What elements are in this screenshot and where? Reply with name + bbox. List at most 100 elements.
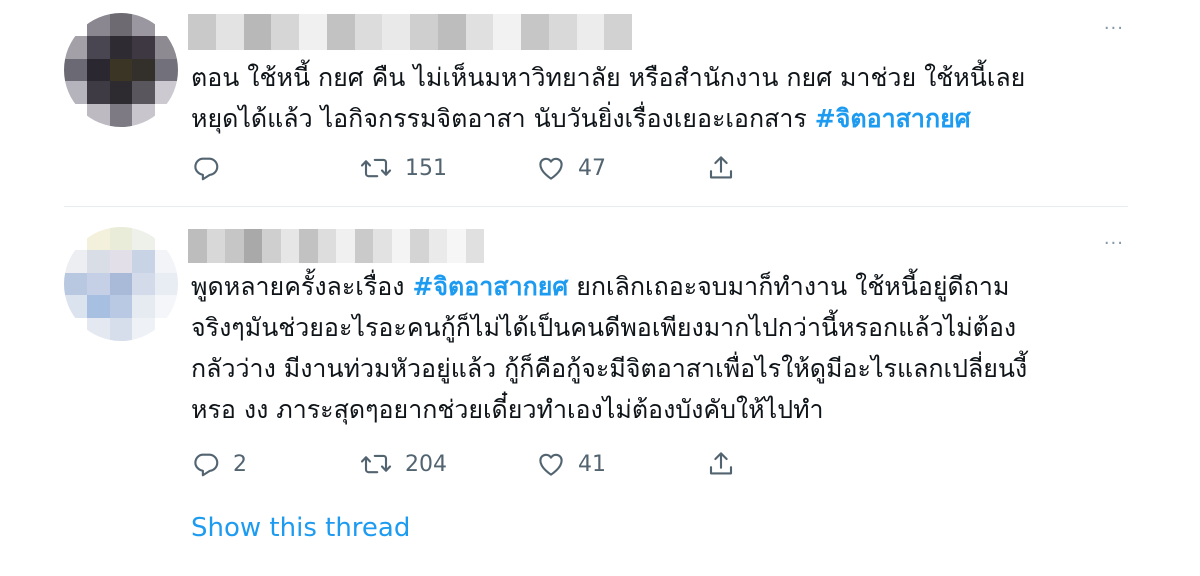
reply-count: 2 (233, 451, 247, 477)
retweet-icon (360, 158, 392, 178)
name-pixel (317, 229, 336, 263)
reply-icon (194, 157, 219, 181)
name-pixel (410, 229, 429, 263)
name-pixel (225, 229, 244, 263)
blurred-username[interactable] (188, 229, 484, 263)
avatar-pixel (155, 81, 178, 105)
avatar-pixel (64, 104, 87, 127)
avatar-pixel (155, 272, 178, 296)
tweet-actions: 2 204 41 (191, 447, 751, 481)
name-pixel (299, 229, 318, 263)
name-pixel (243, 14, 272, 50)
like-button[interactable]: 47 (536, 151, 606, 185)
name-pixel (188, 14, 216, 50)
name-pixel (604, 14, 632, 50)
more-options-icon[interactable]: ··· (1104, 18, 1124, 39)
name-pixel (521, 14, 549, 50)
avatar-pixel (132, 58, 156, 82)
avatar-pixel (109, 58, 133, 82)
avatar-pixel (109, 318, 133, 341)
avatar-pixel (109, 295, 133, 319)
share-button[interactable] (706, 447, 736, 481)
name-pixel (271, 14, 299, 50)
avatar-pixel (64, 295, 87, 319)
name-pixel (465, 229, 484, 263)
avatar[interactable] (64, 227, 178, 341)
heart-icon (539, 157, 563, 180)
tweet[interactable]: ··· ตอน ใช้หนี้ กยศ คืน ไม่เห็นมหาวิทยาล… (0, 0, 1200, 207)
avatar-pixel (109, 13, 133, 36)
avatar-pixel (86, 272, 110, 296)
avatar-pixel (109, 35, 133, 59)
avatar-pixel (64, 81, 87, 105)
name-pixel (188, 229, 207, 263)
name-pixel (336, 229, 355, 263)
retweet-button[interactable]: 151 (359, 151, 447, 185)
avatar-pixel (86, 295, 110, 319)
name-pixel (215, 14, 244, 50)
avatar-pixel (109, 249, 133, 273)
name-pixel (548, 14, 577, 50)
tweet-actions: 151 47 (191, 151, 751, 185)
retweet-count: 151 (405, 155, 447, 181)
avatar-pixel (132, 249, 156, 273)
name-pixel (493, 14, 521, 50)
name-pixel (206, 229, 225, 263)
name-pixel (447, 229, 466, 263)
hashtag-link[interactable]: #จิตอาสากยศ (412, 272, 568, 301)
avatar-pixel (109, 227, 133, 250)
avatar-pixel (64, 272, 87, 296)
share-button[interactable] (706, 151, 736, 185)
avatar-pixel (132, 81, 156, 105)
name-pixel (410, 14, 438, 50)
avatar-pixel (109, 81, 133, 105)
more-options-icon[interactable]: ··· (1104, 233, 1124, 254)
avatar-pixel (86, 13, 110, 36)
avatar-pixel (155, 249, 178, 273)
retweet-icon (360, 454, 392, 474)
name-pixel (465, 14, 494, 50)
avatar-pixel (86, 227, 110, 250)
retweet-count: 204 (405, 451, 447, 477)
name-pixel (326, 14, 355, 50)
avatar-pixel (132, 295, 156, 319)
avatar-pixel (155, 35, 178, 59)
share-icon (709, 156, 733, 179)
avatar[interactable] (64, 13, 178, 127)
avatar-pixel (64, 227, 87, 250)
name-pixel (243, 229, 262, 263)
name-pixel (382, 14, 410, 50)
avatar-pixel (132, 13, 156, 36)
avatar-pixel (155, 227, 178, 250)
like-count: 41 (578, 451, 606, 477)
tweet-text: พูดหลายครั้งละเรื่อง #จิตอาสากยศ ยกเลิกเ… (191, 266, 1131, 430)
reply-button[interactable]: 2 (191, 447, 247, 481)
reply-button[interactable] (191, 151, 233, 185)
avatar-pixel (155, 295, 178, 319)
like-count: 47 (578, 155, 606, 181)
avatar-pixel (86, 58, 110, 82)
avatar-pixel (64, 58, 87, 82)
name-pixel (437, 14, 466, 50)
avatar-pixel (86, 318, 110, 341)
retweet-button[interactable]: 204 (359, 447, 447, 481)
avatar-pixel (132, 35, 156, 59)
name-pixel (280, 229, 299, 263)
name-pixel (354, 14, 383, 50)
blurred-username[interactable] (188, 14, 632, 50)
avatar-pixel (109, 272, 133, 296)
avatar-pixel (64, 35, 87, 59)
like-button[interactable]: 41 (536, 447, 606, 481)
tweet[interactable]: ··· พูดหลายครั้งละเรื่อง #จิตอาสากยศ ยกเ… (0, 207, 1200, 576)
hashtag-link[interactable]: #จิตอาสากยศ (815, 104, 971, 133)
avatar-pixel (132, 104, 156, 127)
name-pixel (299, 14, 327, 50)
name-pixel (373, 229, 392, 263)
avatar-pixel (109, 104, 133, 127)
name-pixel (428, 229, 447, 263)
show-thread-link[interactable]: Show this thread (191, 513, 410, 543)
share-icon (709, 452, 733, 475)
avatar-pixel (132, 318, 156, 341)
avatar-pixel (132, 272, 156, 296)
avatar-pixel (132, 227, 156, 250)
